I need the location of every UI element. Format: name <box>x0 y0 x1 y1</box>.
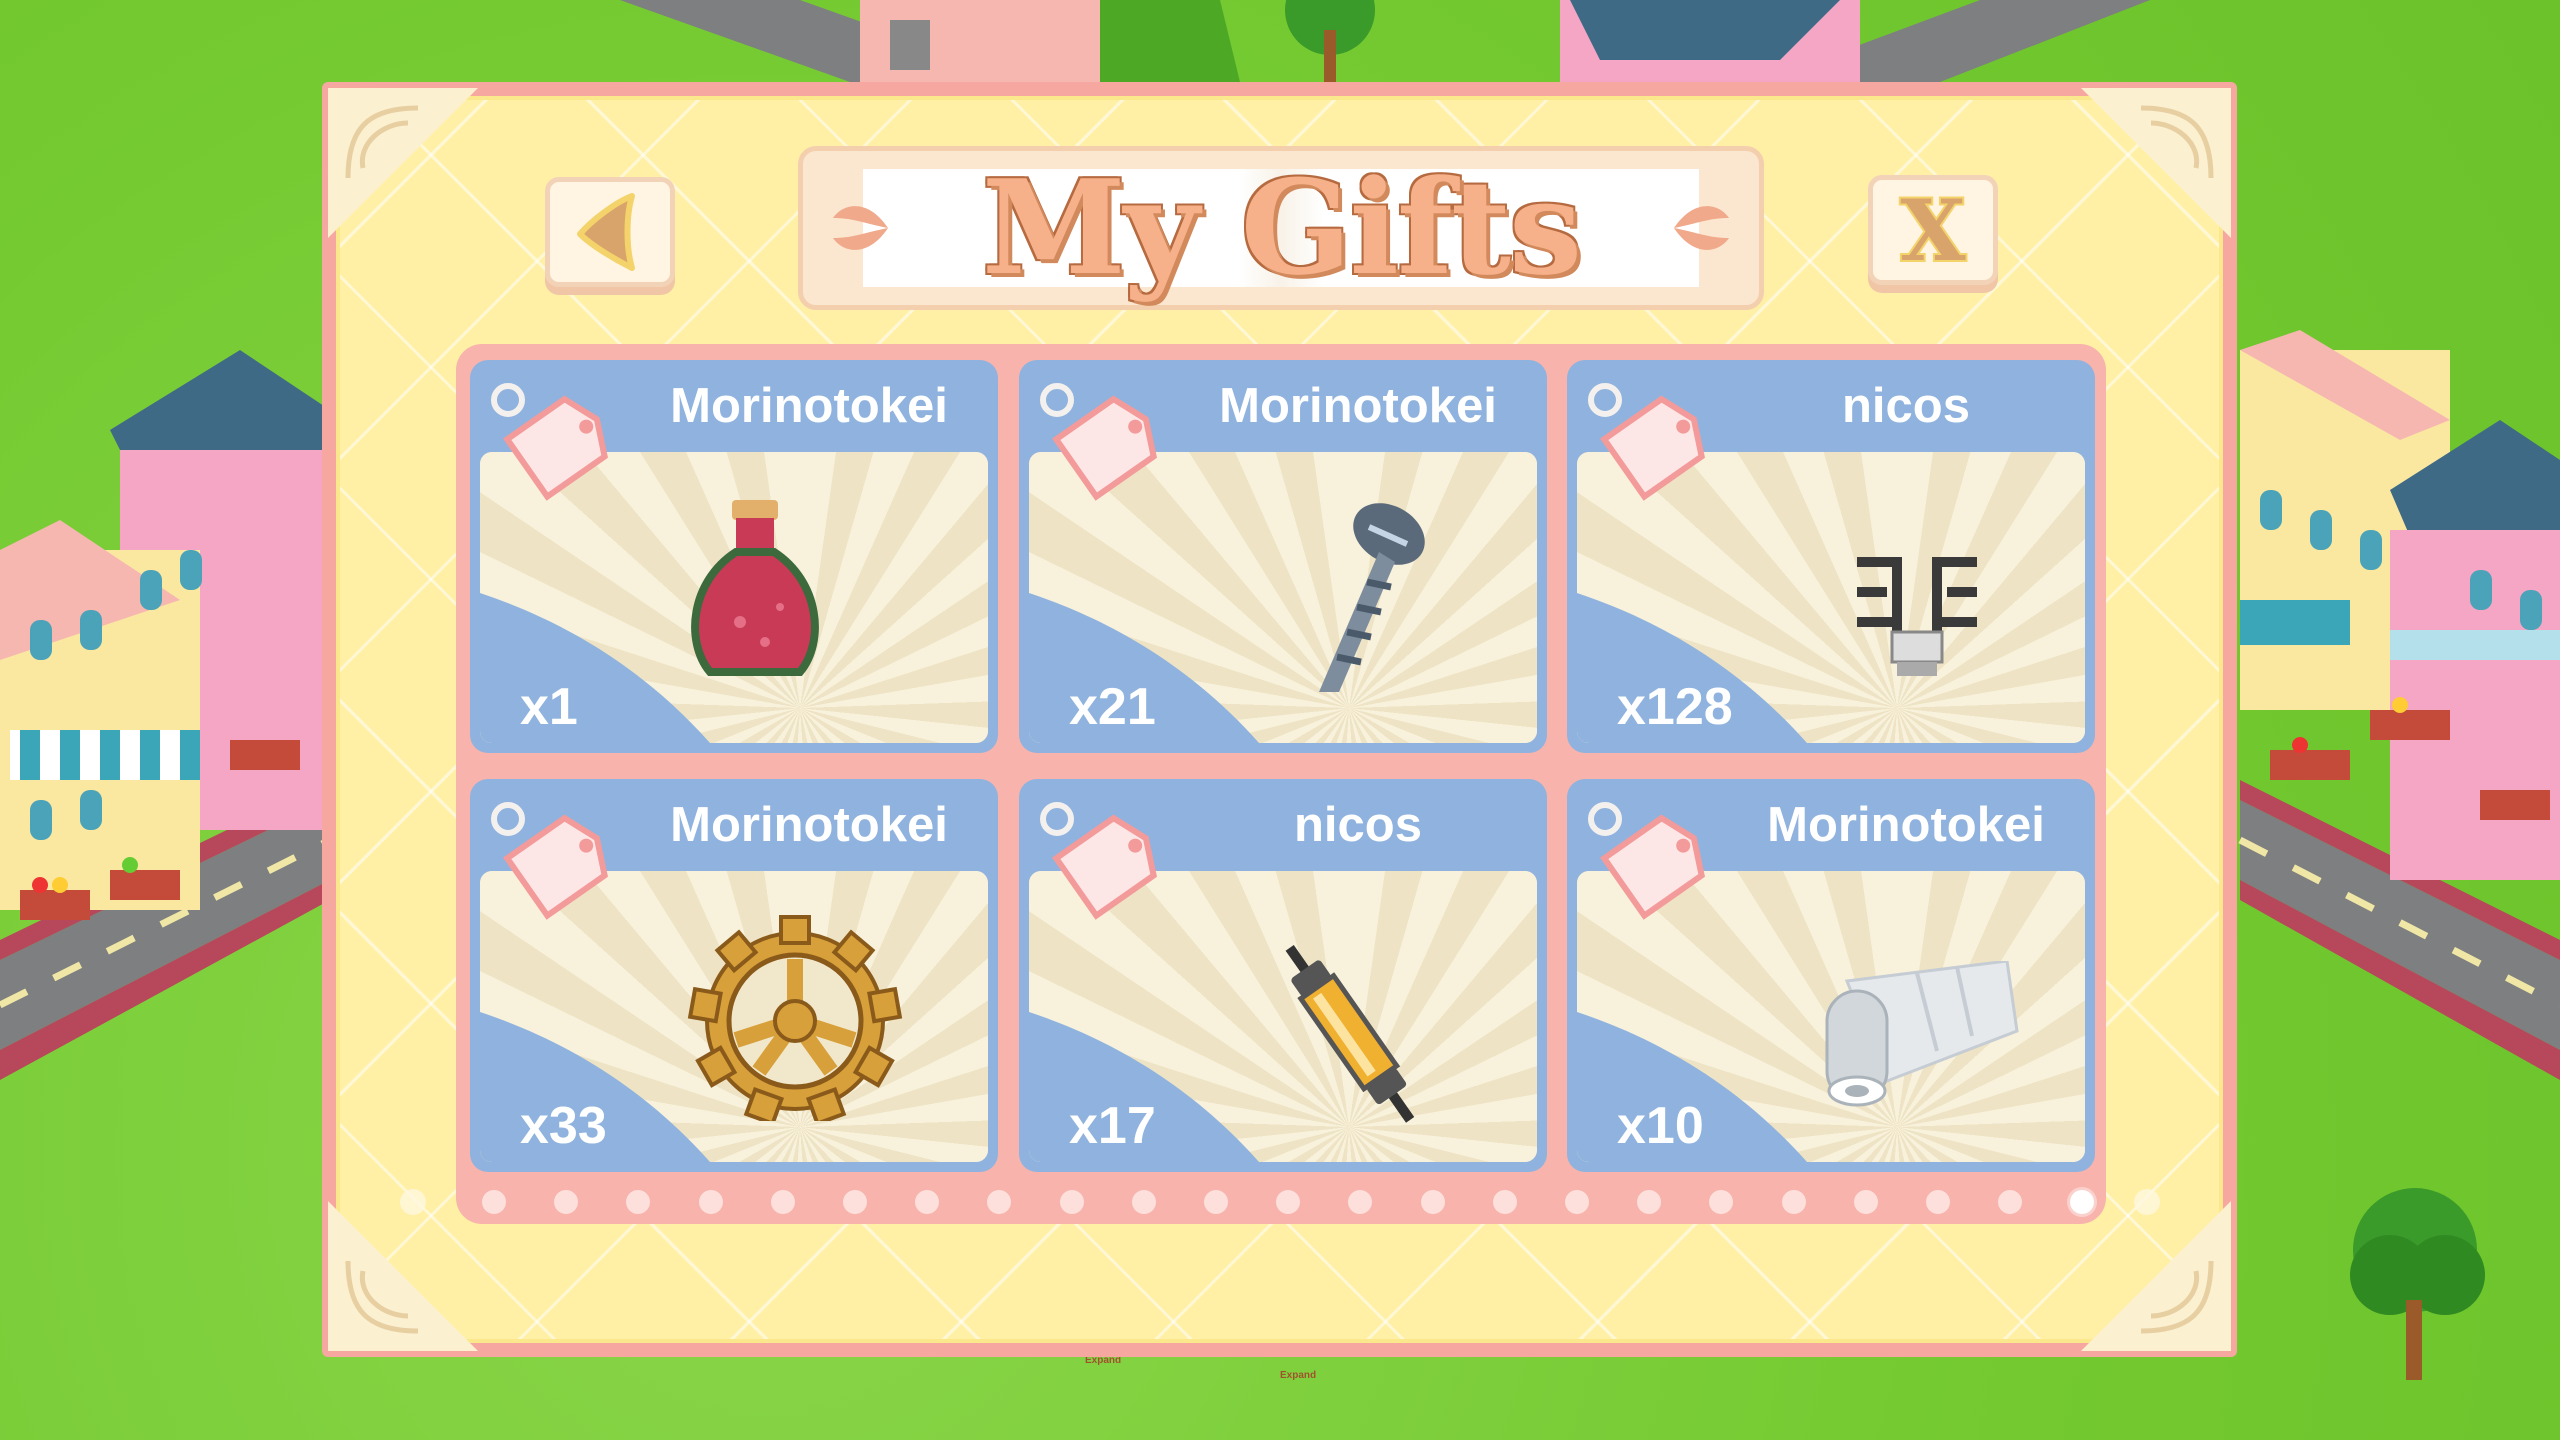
page-dot[interactable] <box>1926 1190 1950 1214</box>
close-icon: X <box>1898 180 1968 280</box>
gift-sender: Morinotokei <box>670 379 948 433</box>
page-dot[interactable] <box>1565 1190 1589 1214</box>
gift-quantity: x33 <box>520 1097 607 1155</box>
page-dot[interactable] <box>1492 1190 1517 1214</box>
gift-sender: Morinotokei <box>670 798 948 852</box>
page-dot[interactable] <box>698 1190 723 1214</box>
expand-sign: Expand <box>1280 1370 1317 1381</box>
dialog-title: My Gifts <box>981 151 1582 304</box>
gift-card[interactable]: nicos x128 <box>1567 360 2095 753</box>
corner-ornament-icon <box>328 1201 478 1351</box>
gift-card[interactable]: nicos x17 <box>1019 779 1547 1172</box>
page-dot[interactable] <box>554 1190 579 1214</box>
page-dot[interactable] <box>770 1190 795 1214</box>
gift-quantity: x1 <box>520 678 578 736</box>
gift-card[interactable]: Morinotokei x1 <box>470 360 998 753</box>
top-building-left <box>860 0 1100 82</box>
gift-tag-icon <box>491 802 608 920</box>
page-dot[interactable] <box>1131 1190 1156 1214</box>
page-dot[interactable] <box>1853 1190 1878 1214</box>
gift-sender: nicos <box>1294 798 1422 852</box>
tree-bottom-right <box>2350 1188 2485 1380</box>
gift-sender: Morinotokei <box>1219 379 1497 433</box>
svg-text:X: X <box>1900 181 1966 280</box>
page-dot[interactable] <box>1637 1190 1662 1214</box>
gift-tag-icon <box>1588 802 1705 920</box>
gift-tag-icon <box>1040 383 1157 501</box>
gift-sender: Morinotokei <box>1767 798 2045 852</box>
gift-quantity: x128 <box>1617 678 1733 736</box>
page-dot[interactable] <box>1781 1190 1806 1214</box>
gift-card[interactable]: Morinotokei x33 <box>470 779 998 1172</box>
gift-quantity: x21 <box>1069 678 1156 736</box>
page-dot[interactable] <box>1420 1190 1445 1214</box>
gift-tag-icon <box>1588 383 1705 501</box>
gift-quantity: x17 <box>1069 1097 1156 1155</box>
gift-sender: nicos <box>1842 379 1970 433</box>
top-building-right <box>1560 0 1860 82</box>
page-dot[interactable] <box>1276 1190 1301 1214</box>
page-dot[interactable] <box>843 1190 867 1214</box>
gift-card[interactable]: Morinotokei x21 <box>1019 360 1547 753</box>
back-arrow-icon <box>577 193 635 271</box>
corner-ornament-icon <box>328 88 478 238</box>
corner-ornament-icon <box>2081 1201 2231 1351</box>
page-dot[interactable] <box>1204 1190 1228 1214</box>
gift-card[interactable]: Morinotokei x10 <box>1567 779 2095 1172</box>
gift-tag-icon <box>491 383 608 501</box>
page-dot-edge <box>400 1189 426 1215</box>
close-button[interactable]: X <box>1868 175 1998 285</box>
page-dot[interactable] <box>915 1190 940 1214</box>
gift-quantity: x10 <box>1617 1097 1704 1155</box>
left-buildings <box>0 350 330 920</box>
page-dot-edge <box>2134 1189 2160 1215</box>
dialog-title-banner: My Gifts <box>798 140 1764 320</box>
gift-tag-icon <box>1040 802 1157 920</box>
page-dot[interactable] <box>482 1190 506 1214</box>
back-button[interactable] <box>545 177 675 287</box>
tree-top <box>1285 0 1375 82</box>
corner-ornament-icon <box>2081 88 2231 238</box>
page-dot[interactable] <box>1998 1190 2023 1214</box>
page-dot[interactable] <box>1059 1190 1084 1214</box>
right-buildings <box>2240 330 2560 880</box>
